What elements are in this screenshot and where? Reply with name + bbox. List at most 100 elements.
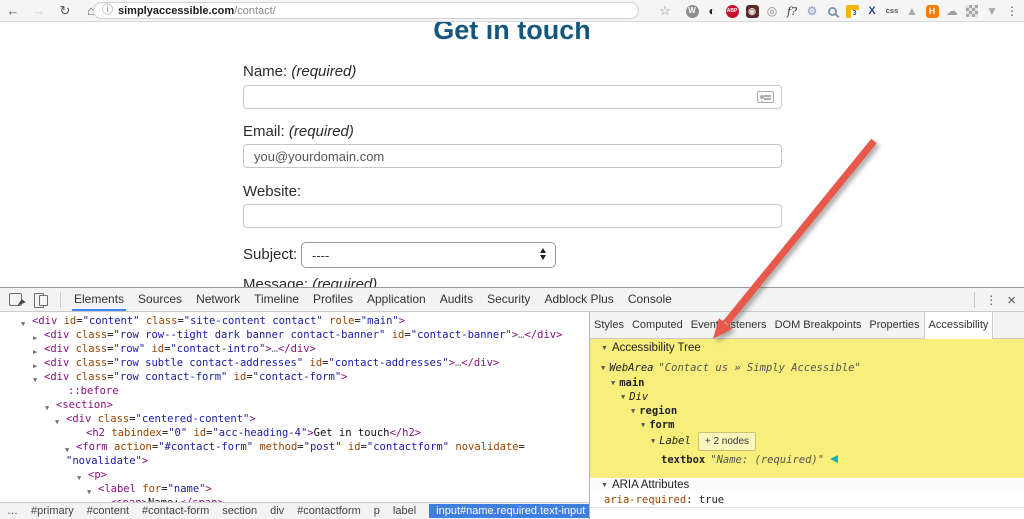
sidebar-tab-accessibility[interactable]: Accessibility: [923, 311, 994, 339]
breadcrumb-item[interactable]: p: [374, 505, 380, 517]
disclosure-triangle-icon[interactable]: ▼: [87, 485, 91, 499]
website-input[interactable]: [243, 204, 782, 228]
breadcrumb-item[interactable]: section: [222, 505, 257, 517]
devtools-tab-adblock-plus[interactable]: Adblock Plus: [537, 288, 620, 311]
gear-icon[interactable]: ⚙: [804, 3, 820, 19]
devtools-tab-sources[interactable]: Sources: [131, 288, 189, 311]
email-input[interactable]: [243, 144, 782, 168]
a11y-node-label[interactable]: ▼ Label + 2 nodes: [651, 432, 757, 451]
devtools-tab-timeline[interactable]: Timeline: [247, 288, 306, 311]
chevron-down-icon[interactable]: ▼: [611, 376, 615, 391]
page-info-icon[interactable]: ⓘ: [102, 5, 113, 16]
elements-tree-row[interactable]: ▶ <div class="row subtle contact-addresse…: [33, 356, 499, 370]
elements-tree-row[interactable]: ▶ <div class="row row--tight dark banner …: [33, 328, 562, 342]
sidebar-tab-event-listeners[interactable]: Event Listeners: [687, 312, 771, 339]
dropdown-icon[interactable]: ▼: [984, 3, 1000, 19]
devtools-tab-audits[interactable]: Audits: [433, 288, 480, 311]
sidebar-tab-dom-breakpoints[interactable]: DOM Breakpoints: [771, 312, 866, 339]
browser-menu-icon[interactable]: ⋮: [1004, 4, 1020, 18]
inspect-element-icon[interactable]: [9, 293, 22, 306]
devtools-tab-network[interactable]: Network: [189, 288, 247, 311]
a11y-node-webarea[interactable]: ▼ WebArea "Contact us » Simply Accessible": [601, 361, 861, 376]
a11y-node-main[interactable]: ▼ main: [611, 376, 645, 391]
disclosure-triangle-icon[interactable]: ▶: [33, 331, 37, 345]
wappalyzer-icon[interactable]: W: [684, 3, 700, 19]
aria-attribute-row: aria-required: true: [590, 493, 1024, 508]
device-toolbar-icon[interactable]: [34, 293, 48, 308]
accessibility-tree-header[interactable]: ▼ Accessibility Tree: [601, 342, 701, 354]
devtools-menu-icon[interactable]: ⋮: [985, 293, 997, 307]
devtools-tab-profiles[interactable]: Profiles: [306, 288, 360, 311]
devtools-tab-security[interactable]: Security: [480, 288, 537, 311]
breadcrumb-item[interactable]: label: [393, 505, 416, 517]
disclosure-triangle-icon[interactable]: ▼: [45, 401, 49, 415]
adblock-plus-icon[interactable]: ABP: [724, 3, 740, 19]
chevron-down-icon[interactable]: ▼: [601, 361, 605, 376]
breadcrumb-item[interactable]: #contactform: [297, 505, 361, 517]
a11y-node-region[interactable]: ▼ region: [631, 404, 677, 419]
h-icon[interactable]: H: [924, 3, 940, 19]
address-bar[interactable]: ⓘ simplyaccessible.com /contact/: [93, 2, 639, 19]
a11y-node-textbox[interactable]: textbox "Name: (required)": [661, 453, 839, 468]
a11y-node-form[interactable]: ▼ form: [641, 418, 675, 433]
devtools-tab-elements[interactable]: Elements: [67, 288, 131, 311]
calendar-icon[interactable]: 3: [844, 3, 860, 19]
breadcrumb-item[interactable]: div: [270, 505, 284, 517]
sidebar-tab-styles[interactable]: Styles: [590, 312, 628, 339]
elements-tree-row[interactable]: ▼ <div id="content" class="site-content c…: [21, 314, 405, 328]
elements-tree-row[interactable]: "novalidate">: [66, 454, 148, 468]
magnifier-icon[interactable]: [824, 3, 840, 19]
elements-tree-row[interactable]: ▼ <label for="name">: [87, 482, 212, 496]
disclosure-triangle-icon[interactable]: ▼: [55, 415, 59, 429]
disclosure-triangle-icon[interactable]: ▼: [77, 471, 81, 485]
triangle-icon[interactable]: ▲: [904, 3, 920, 19]
breadcrumb-item-selected[interactable]: input#name.required.text-input: [429, 504, 593, 518]
elements-tree-row[interactable]: ▼ <form action="#contact-form" method="po…: [65, 440, 525, 454]
elements-tree-row[interactable]: ▼ <div class="centered-content">: [55, 412, 256, 426]
disclosure-triangle-icon[interactable]: ▼: [21, 317, 25, 331]
back-icon[interactable]: ←: [0, 3, 26, 18]
camera-icon[interactable]: ◎: [764, 3, 780, 19]
forward-icon[interactable]: →: [26, 3, 52, 18]
disclosure-triangle-icon[interactable]: ▶: [33, 345, 37, 359]
function-help-icon[interactable]: f?: [784, 3, 800, 19]
contrast-icon[interactable]: ◐: [704, 3, 720, 19]
elements-tree-row[interactable]: ▼ <p>: [77, 468, 107, 482]
screen-capture-icon[interactable]: ◉: [744, 3, 760, 19]
elements-tree-row[interactable]: <h2 tabindex="0" id="acc-heading-4">Get …: [86, 426, 421, 440]
jump-to-node-arrow-icon[interactable]: [830, 455, 839, 463]
breadcrumb-item[interactable]: #content: [87, 505, 129, 517]
devtools-tab-application[interactable]: Application: [360, 288, 433, 311]
sidebar-tab-properties[interactable]: Properties: [865, 312, 923, 339]
axe-icon[interactable]: X: [864, 3, 880, 19]
chevron-down-icon[interactable]: ▼: [621, 390, 625, 405]
disclosure-triangle-icon[interactable]: ▼: [33, 373, 37, 387]
devtools-tab-console[interactable]: Console: [621, 288, 679, 311]
cloud-icon[interactable]: ☁: [944, 3, 960, 19]
breadcrumb-item[interactable]: …: [7, 505, 18, 517]
devtools-sidebar: Styles Computed Event Listeners DOM Breakpo…: [589, 311, 1024, 519]
elements-tree-row[interactable]: ::before: [68, 384, 119, 398]
bookmark-star-icon[interactable]: ☆: [656, 3, 674, 19]
subject-select[interactable]: ----: [301, 242, 556, 268]
chevron-down-icon[interactable]: ▼: [631, 404, 635, 419]
a11y-node-div[interactable]: ▼ Div: [621, 390, 648, 405]
breadcrumb-item[interactable]: #primary: [31, 505, 74, 517]
autofill-contact-icon[interactable]: [757, 91, 774, 103]
breadcrumb-item[interactable]: #contact-form: [142, 505, 209, 517]
reload-icon[interactable]: ↻: [52, 3, 78, 19]
elements-tree-row[interactable]: ▼ <div class="row contact-form" id="conta…: [33, 370, 348, 384]
elements-tree-row[interactable]: ▼ <section>: [45, 398, 113, 412]
devtools-close-icon[interactable]: ×: [1007, 292, 1016, 309]
chevron-down-icon[interactable]: ▼: [651, 434, 655, 449]
expand-nodes-badge[interactable]: + 2 nodes: [697, 432, 757, 451]
a11y-role: Div: [629, 391, 649, 403]
name-input[interactable]: [243, 85, 782, 109]
sidebar-tab-computed[interactable]: Computed: [628, 312, 687, 339]
chevron-down-icon[interactable]: ▼: [641, 418, 645, 433]
aria-attributes-header[interactable]: ▼ ARIA Attributes: [590, 478, 1024, 493]
css-icon[interactable]: css: [884, 3, 900, 19]
elements-tree-row[interactable]: ▶ <div class="row" id="contact-intro">…</…: [33, 342, 316, 356]
disclosure-triangle-icon[interactable]: ▶: [33, 359, 37, 373]
qr-icon[interactable]: [964, 3, 980, 19]
